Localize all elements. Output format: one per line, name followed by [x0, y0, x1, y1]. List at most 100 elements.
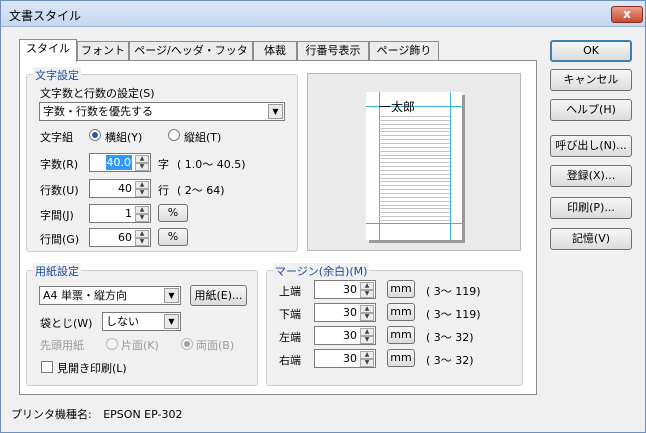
- spin-down-icon[interactable]: ▼: [135, 214, 149, 222]
- help-button[interactable]: ヘルプ(H): [550, 99, 632, 121]
- spin-down-icon[interactable]: ▼: [135, 238, 149, 246]
- preview-text-line: [379, 162, 450, 164]
- chevron-down-icon[interactable]: ▼: [164, 314, 179, 329]
- spin-down-icon[interactable]: ▼: [360, 313, 374, 321]
- preview-text-line: [379, 166, 450, 168]
- char-spacing-label: 字間(J): [40, 209, 74, 222]
- preview-text-line: [379, 154, 450, 156]
- preview-text-line: [379, 146, 450, 148]
- one-side-radio[interactable]: [106, 338, 118, 350]
- title-bar: 文書スタイル x: [1, 1, 645, 27]
- margin-row-right: 右端 30 ▲ ▼ mm ( 3〜 32): [267, 348, 522, 370]
- recall-button[interactable]: 呼び出し(N)...: [550, 135, 632, 157]
- chevron-down-icon[interactable]: ▼: [164, 288, 179, 303]
- margins-title: マージン(余白)(M): [273, 263, 370, 279]
- binding-value: しない: [106, 315, 139, 328]
- chars-spinner[interactable]: 40.0 ▲ ▼: [89, 153, 151, 172]
- margin-right-spinner[interactable]: 30 ▲ ▼: [314, 349, 376, 368]
- lines-spinner[interactable]: 40 ▲ ▼: [89, 179, 151, 198]
- cancel-button[interactable]: キャンセル: [550, 69, 632, 91]
- horizontal-radio[interactable]: [89, 129, 101, 141]
- chars-lines-select[interactable]: 字数・行数を優先する ▼: [39, 102, 285, 121]
- margin-label: 右端: [279, 354, 301, 367]
- style-tab-panel: 文字設定 文字数と行数の設定(S) 字数・行数を優先する ▼ 文字組 横組(Y)…: [19, 60, 537, 395]
- preview-text-line: [379, 123, 450, 125]
- spin-up-icon[interactable]: ▲: [360, 351, 374, 359]
- mm-unit-button[interactable]: mm: [387, 280, 415, 298]
- orientation-label: 文字組: [40, 131, 73, 144]
- line-spacing-percent-button[interactable]: %: [158, 228, 188, 246]
- preview-text-line: [379, 216, 450, 218]
- spin-up-icon[interactable]: ▲: [360, 328, 374, 336]
- line-spacing-label: 行間(G): [40, 233, 80, 246]
- preview-text-line: [379, 200, 450, 202]
- preview-text-line: [379, 139, 450, 141]
- lines-value: 40: [118, 182, 132, 195]
- window-title: 文書スタイル: [9, 9, 82, 23]
- one-side-label: 片面(K): [121, 339, 159, 352]
- mm-unit-button[interactable]: mm: [387, 303, 415, 321]
- spin-down-icon[interactable]: ▼: [360, 359, 374, 367]
- preview-guide-right: [450, 92, 451, 240]
- tab-page-header-footer[interactable]: ページ/ヘッダ・フッタ: [129, 41, 253, 61]
- margin-top-spinner[interactable]: 30 ▲ ▼: [314, 280, 376, 299]
- tab-font[interactable]: フォント: [77, 41, 129, 61]
- margin-range: ( 3〜 32): [426, 331, 474, 344]
- preview-text-line: [379, 208, 450, 210]
- line-spacing-spinner[interactable]: 60 ▲ ▼: [89, 228, 151, 247]
- printer-label: プリンタ機種名:: [11, 408, 92, 421]
- spin-up-icon[interactable]: ▲: [360, 305, 374, 313]
- paper-size-value: A4 単票・縦方向: [43, 289, 128, 302]
- char-spacing-spinner[interactable]: 1 ▲ ▼: [89, 204, 151, 223]
- vertical-radio[interactable]: [168, 129, 180, 141]
- close-button[interactable]: x: [611, 6, 643, 23]
- preview-text-line: [379, 127, 450, 129]
- ok-button[interactable]: OK: [550, 40, 632, 62]
- tab-style[interactable]: スタイル: [19, 39, 77, 62]
- spread-print-checkbox[interactable]: [41, 361, 53, 373]
- print-button[interactable]: 印刷(P)...: [550, 197, 632, 219]
- spin-up-icon[interactable]: ▲: [135, 181, 149, 189]
- preview-text-line: [379, 193, 450, 195]
- margin-value: 30: [343, 352, 357, 365]
- margin-label: 左端: [279, 331, 301, 344]
- preview-text-line: [379, 177, 450, 179]
- both-sides-radio[interactable]: [181, 338, 193, 350]
- spin-up-icon[interactable]: ▲: [135, 230, 149, 238]
- margin-bottom-spinner[interactable]: 30 ▲ ▼: [314, 303, 376, 322]
- spin-up-icon[interactable]: ▲: [360, 282, 374, 290]
- spin-up-icon[interactable]: ▲: [135, 155, 149, 163]
- tab-line-numbers[interactable]: 行番号表示: [297, 41, 369, 61]
- preview-text-line: [379, 196, 450, 198]
- mm-unit-button[interactable]: mm: [387, 326, 415, 344]
- preview-text-line: [379, 173, 450, 175]
- spin-down-icon[interactable]: ▼: [360, 336, 374, 344]
- chevron-down-icon[interactable]: ▼: [268, 104, 283, 119]
- preview-text-line: [379, 181, 450, 183]
- margins-group: マージン(余白)(M) 上端 30 ▲ ▼ mm ( 3〜 119) 下端 30…: [266, 263, 523, 386]
- paper-button[interactable]: 用紙(E)...: [190, 285, 247, 306]
- chars-lines-label: 文字数と行数の設定(S): [40, 87, 155, 100]
- document-style-dialog: 文書スタイル x スタイル フォント ページ/ヘッダ・フッタ 体裁 行番号表示 …: [0, 0, 646, 433]
- preview-text-line: [379, 220, 450, 221]
- char-spacing-percent-button[interactable]: %: [158, 204, 188, 222]
- memory-button[interactable]: 記憶(V): [550, 228, 632, 250]
- margin-left-spinner[interactable]: 30 ▲ ▼: [314, 326, 376, 345]
- spin-down-icon[interactable]: ▼: [135, 189, 149, 197]
- register-button[interactable]: 登録(X)...: [550, 165, 632, 187]
- spin-up-icon[interactable]: ▲: [135, 206, 149, 214]
- layout-preview: 一太郎: [307, 73, 521, 251]
- binding-select[interactable]: しない ▼: [102, 312, 181, 331]
- spin-down-icon[interactable]: ▼: [135, 163, 149, 171]
- text-settings-title: 文字設定: [33, 67, 81, 83]
- spin-down-icon[interactable]: ▼: [360, 290, 374, 298]
- mm-unit-button[interactable]: mm: [387, 349, 415, 367]
- tab-layout[interactable]: 体裁: [253, 41, 297, 61]
- paper-size-select[interactable]: A4 単票・縦方向 ▼: [39, 286, 181, 305]
- margin-range: ( 3〜 32): [426, 354, 474, 367]
- chars-unit: 字: [158, 158, 169, 171]
- tab-page-decoration[interactable]: ページ飾り: [369, 41, 439, 61]
- preview-text-line: [379, 135, 450, 137]
- horizontal-label: 横組(Y): [105, 131, 143, 144]
- lines-label: 行数(U): [40, 184, 79, 197]
